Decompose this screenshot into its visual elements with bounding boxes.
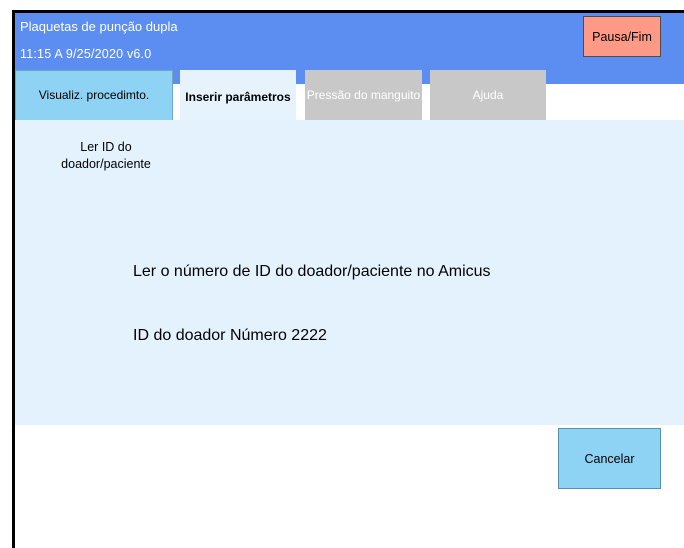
donor-id-text: ID do doador Número 2222	[133, 327, 327, 344]
tab-help: Ajuda	[430, 70, 546, 120]
pause-end-button[interactable]: Pausa/Fim	[583, 16, 661, 57]
tab-view-procedure[interactable]: Visualiz. procedimto.	[15, 70, 173, 120]
cancel-button[interactable]: Cancelar	[558, 428, 661, 489]
procedure-title: Plaquetas de punção dupla	[20, 19, 178, 34]
status-line: 11:15 A 9/25/2020 v6.0	[20, 47, 152, 61]
instruction-text: Ler o número de ID do doador/paciente no…	[133, 263, 491, 280]
panel-title: Ler ID do doador/paciente	[61, 140, 151, 171]
tab-cuff-pressure: Pressão do manguito	[305, 70, 422, 120]
tab-enter-parameters[interactable]: Inserir parâmetros	[180, 70, 296, 125]
